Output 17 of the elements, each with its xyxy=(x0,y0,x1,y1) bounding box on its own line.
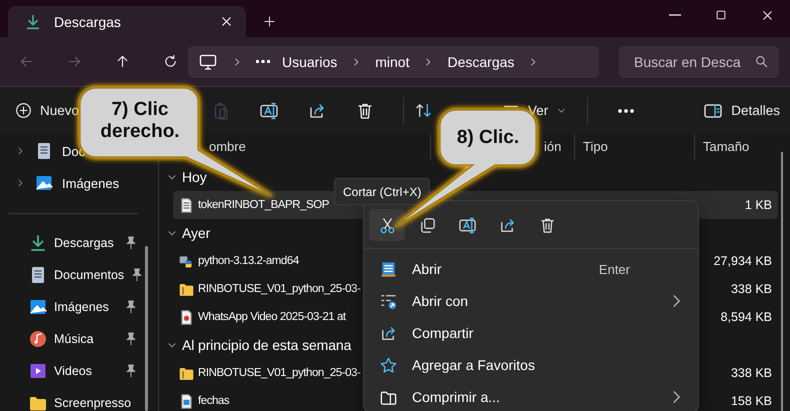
file-name: tokenRINBOT_BAPR_SOP xyxy=(198,199,329,211)
file-name: RINBOTUSE_V01_python_25-03- xyxy=(198,283,360,295)
file-size: 338 KB xyxy=(730,366,772,380)
callout-text: 7) Clic derecho. xyxy=(99,99,181,143)
file-name: python-3.13.2-amd64 xyxy=(198,255,299,267)
file-name: WhatsApp Video 2025-03-21 at xyxy=(198,311,346,323)
file-size: 27,934 KB xyxy=(714,254,772,268)
file-name: RINBOTUSE_V01_python_25-03- xyxy=(198,367,360,379)
shortcut-text: Enter xyxy=(598,262,630,276)
file-name: fechas xyxy=(198,395,230,407)
tooltip-text: Cortar (Ctrl+X) xyxy=(343,184,422,198)
callout-text: 8) Clic. xyxy=(456,126,520,148)
file-size: 8,594 KB xyxy=(720,310,772,324)
file-size: 1 KB xyxy=(744,198,772,212)
file-size: 158 KB xyxy=(730,394,772,408)
file-size: 338 KB xyxy=(730,282,772,296)
search-placeholder: Buscar en Desca xyxy=(634,54,742,70)
